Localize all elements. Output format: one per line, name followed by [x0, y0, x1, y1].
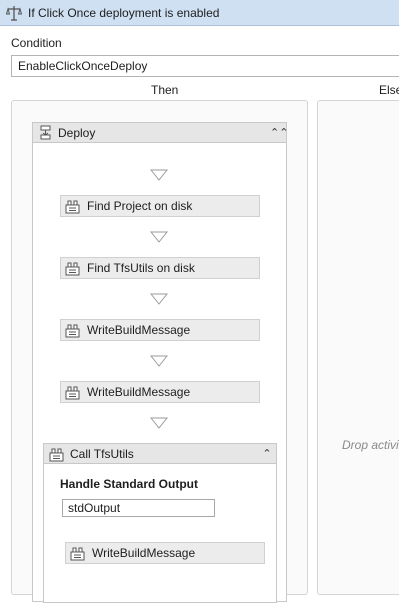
handle-standard-output-label: Handle Standard Output	[60, 477, 198, 491]
else-branch[interactable]	[317, 100, 399, 595]
activity-title-bar: If Click Once deployment is enabled	[0, 0, 399, 26]
call-tfsutils-header[interactable]: Call TfsUtils ⌃	[43, 443, 277, 464]
if-activity-icon	[6, 6, 22, 21]
activity-label: Find TfsUtils on disk	[87, 261, 195, 275]
else-drop-hint: Drop activi	[342, 438, 399, 452]
activity-write-build-message[interactable]: WriteBuildMessage	[60, 381, 260, 403]
condition-label: Condition	[11, 36, 62, 50]
activity-icon	[70, 547, 85, 561]
activity-icon	[65, 386, 80, 400]
sequence-icon	[40, 125, 51, 140]
activity-find-tfsutils[interactable]: Find TfsUtils on disk	[60, 257, 260, 279]
collapse-icon[interactable]: ⌃	[260, 447, 274, 461]
std-output-input[interactable]: stdOutput	[62, 499, 215, 517]
sequence-title: Deploy	[58, 126, 96, 140]
activity-write-build-message[interactable]: WriteBuildMessage	[60, 319, 260, 341]
drop-target-arrow-icon[interactable]	[150, 417, 168, 429]
activity-title: If Click Once deployment is enabled	[28, 6, 220, 20]
activity-label: WriteBuildMessage	[92, 546, 196, 560]
drop-target-arrow-icon[interactable]	[150, 355, 168, 367]
activity-find-project[interactable]: Find Project on disk	[60, 195, 260, 217]
activity-icon	[49, 448, 64, 462]
activity-label: Find Project on disk	[87, 199, 193, 213]
sequence-header[interactable]: Deploy ⌃⌃	[32, 122, 288, 143]
call-tfsutils-activity[interactable]	[43, 443, 277, 603]
drop-target-arrow-icon[interactable]	[150, 293, 168, 305]
activity-label: WriteBuildMessage	[87, 323, 191, 337]
then-label: Then	[151, 83, 179, 97]
else-label: Else	[379, 83, 399, 97]
call-title: Call TfsUtils	[70, 447, 134, 461]
activity-icon	[65, 200, 80, 214]
activity-write-build-message[interactable]: WriteBuildMessage	[65, 542, 265, 564]
drop-target-arrow-icon[interactable]	[150, 231, 168, 243]
collapse-icon[interactable]: ⌃⌃	[270, 126, 288, 140]
condition-input[interactable]: EnableClickOnceDeploy	[11, 55, 399, 77]
activity-icon	[65, 324, 80, 338]
drop-target-arrow-icon[interactable]	[150, 169, 168, 181]
activity-icon	[65, 262, 80, 276]
activity-label: WriteBuildMessage	[87, 385, 191, 399]
